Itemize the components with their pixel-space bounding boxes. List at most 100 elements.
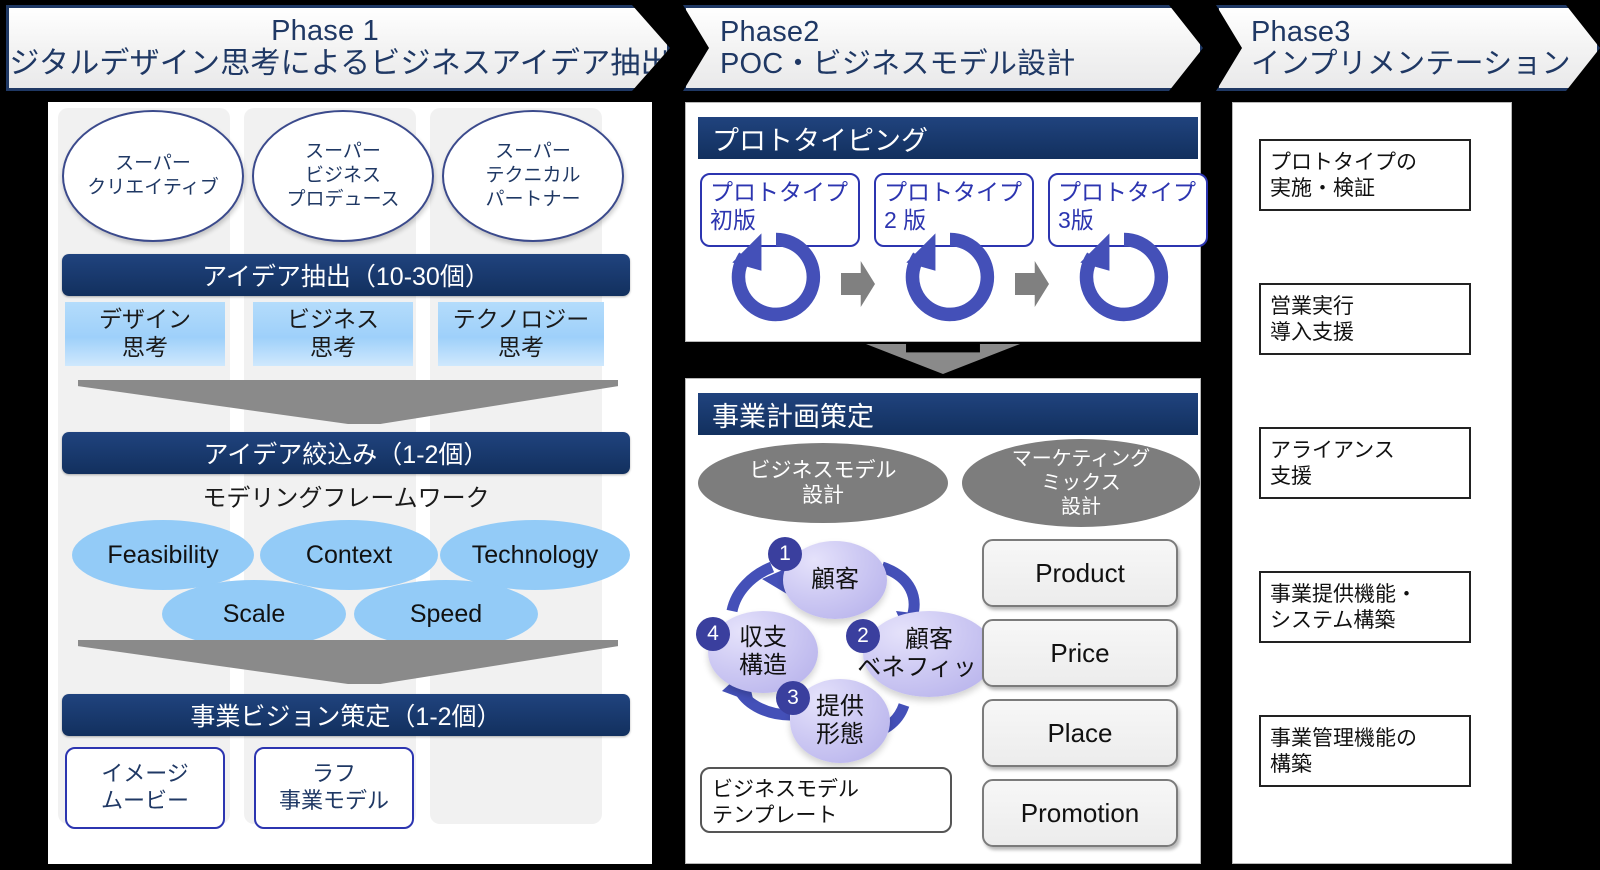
phase-banner-phase2: Phase2 POC・ビジネスモデル設計 bbox=[683, 5, 1203, 91]
chip-business-thinking: ビジネス 思考 bbox=[253, 302, 413, 366]
phase3-title: Phase3 bbox=[1251, 15, 1351, 48]
role1-line1: スーパー bbox=[115, 153, 191, 175]
criteria-scale: Scale bbox=[162, 580, 346, 648]
cycle-node-customer-label: 顧客 bbox=[811, 566, 859, 594]
role-ellipse-super-business-produce: スーパー ビジネス プロデュース bbox=[252, 110, 434, 242]
diagram-canvas: Phase 1 デジタルデザイン思考によるビジネスアイデア抽出 Phase2 P… bbox=[0, 0, 1600, 870]
ge-mm-line3: 設計 bbox=[1061, 496, 1101, 518]
ge-bm-line2: 設計 bbox=[802, 484, 844, 507]
chip-design-thinking: デザイン 思考 bbox=[65, 302, 225, 366]
role2-line1: スーパー bbox=[305, 141, 381, 163]
bar-idea-extraction: アイデア抽出（10-30個） bbox=[62, 254, 630, 296]
phase1-subtitle: デジタルデザイン思考によるビジネスアイデア抽出 bbox=[0, 47, 671, 81]
arrow-down-icon-phase2 bbox=[866, 344, 1020, 374]
p3-2-line1: アライアンス bbox=[1270, 439, 1395, 462]
output-rough-business-model: ラフ 事業モデル bbox=[254, 747, 414, 829]
role2-line2: ビジネス bbox=[304, 165, 381, 187]
phase2-title: Phase2 bbox=[720, 15, 820, 48]
phase3-item-alliance-support: アライアンス 支援 bbox=[1259, 427, 1471, 499]
role1-line2: クリエイティブ bbox=[87, 177, 219, 198]
output1-line1: イメージ bbox=[101, 761, 189, 787]
bar-idea-narrowing: アイデア絞込み（1-2個） bbox=[62, 432, 630, 474]
iteration-loop-icon-3 bbox=[1079, 232, 1169, 322]
prototyping-panel: プロトタイピング プロトタイプ 初版 プロトタイプ 2 版 プロトタイプ 3版 bbox=[685, 102, 1208, 342]
group-label-business-model-design: ビジネスモデル 設計 bbox=[698, 443, 948, 523]
teikyo-line1: 提供 bbox=[816, 693, 864, 721]
cycle-node-customer-benefit: 顧客 ベネフィット bbox=[857, 611, 1001, 697]
cycle-badge-1: 1 bbox=[768, 537, 802, 571]
output2-line1: ラフ bbox=[311, 761, 356, 787]
output-image-movie: イメージ ムービー bbox=[65, 747, 225, 829]
arrow-right-icon-2 bbox=[1015, 261, 1049, 307]
phase3-subtitle: インプリメンテーション bbox=[1251, 48, 1571, 80]
ge-mm-line2: ミックス bbox=[1041, 472, 1121, 494]
cycle-badge-3: 3 bbox=[776, 681, 810, 715]
role3-line3: パートナー bbox=[485, 188, 581, 210]
role3-line2: テクニカル bbox=[485, 165, 581, 187]
cycle-badge-4: 4 bbox=[696, 617, 730, 651]
p3-4-line2: 構築 bbox=[1270, 753, 1312, 777]
group-label-marketing-mix-design: マーケティング ミックス 設計 bbox=[962, 439, 1200, 527]
p3-1-line1: 営業実行 bbox=[1270, 295, 1354, 318]
proto1-line1: プロトタイプ bbox=[710, 179, 848, 205]
criteria-context: Context bbox=[260, 520, 438, 590]
output2-line2: 事業モデル bbox=[278, 788, 389, 813]
p3-3-line2: システム構築 bbox=[1270, 609, 1396, 633]
chip2-line1: ビジネス bbox=[287, 306, 379, 333]
phase3-item-prototype-validation: プロトタイプの 実施・検証 bbox=[1259, 139, 1471, 211]
criteria-technology: Technology bbox=[440, 520, 630, 590]
teikyo-line2: 形態 bbox=[816, 721, 864, 748]
marketing-mix-product: Product bbox=[982, 539, 1178, 607]
chip1-line1: デザイン bbox=[99, 306, 191, 333]
phase1-content: スーパー クリエイティブ スーパー ビジネス プロデュース スーパー テクニカル… bbox=[48, 102, 652, 864]
phase3-item-service-system-build: 事業提供機能・ システム構築 bbox=[1259, 571, 1471, 643]
bar-business-vision: 事業ビジョン策定（1-2個） bbox=[62, 694, 630, 736]
marketing-mix-price: Price bbox=[982, 619, 1178, 687]
shushi-line2: 構造 bbox=[739, 652, 787, 679]
benefit-line2: ベネフィット bbox=[857, 654, 1001, 681]
p3-4-line1: 事業管理機能の bbox=[1270, 727, 1417, 750]
phase2-subtitle: POC・ビジネスモデル設計 bbox=[720, 48, 1076, 80]
marketing-mix-promotion: Promotion bbox=[982, 779, 1178, 847]
iteration-loop-icon-2 bbox=[905, 232, 995, 322]
phase-banner-phase1: Phase 1 デジタルデザイン思考によるビジネスアイデア抽出 bbox=[6, 5, 670, 91]
role-ellipse-super-creative: スーパー クリエイティブ bbox=[62, 110, 244, 242]
role3-line1: スーパー bbox=[495, 141, 571, 163]
phase1-title: Phase 1 bbox=[271, 14, 379, 47]
iteration-loop-icon-1 bbox=[731, 232, 821, 322]
ge-mm-line1: マーケティング bbox=[1011, 448, 1151, 470]
cycle-badge-2: 2 bbox=[846, 619, 880, 653]
modeling-framework-label: モデリングフレームワーク bbox=[202, 485, 490, 512]
business-plan-header: 事業計画策定 bbox=[698, 393, 1198, 435]
chip3-line2: 思考 bbox=[498, 334, 544, 360]
p3-0-line2: 実施・検証 bbox=[1270, 177, 1375, 201]
proto3-line1: プロトタイプ bbox=[1058, 179, 1196, 205]
chip3-line1: テクノロジー bbox=[452, 306, 590, 333]
bm-template-line2: テンプレート bbox=[712, 803, 838, 827]
ge-bm-line1: ビジネスモデル bbox=[749, 458, 897, 482]
proto2-line1: プロトタイプ bbox=[884, 179, 1022, 205]
p3-0-line1: プロトタイプの bbox=[1270, 151, 1417, 174]
business-model-template-box: ビジネスモデル テンプレート bbox=[700, 767, 952, 833]
p3-3-line1: 事業提供機能・ bbox=[1270, 583, 1417, 606]
business-plan-panel: 事業計画策定 ビジネスモデル 設計 マーケティング ミックス 設計 顧客 顧客 … bbox=[685, 378, 1201, 864]
p3-2-line2: 支援 bbox=[1270, 465, 1312, 489]
phase3-item-management-function-build: 事業管理機能の 構築 bbox=[1259, 715, 1471, 787]
p3-1-line2: 導入支援 bbox=[1270, 321, 1354, 345]
phase3-content: プロトタイプの 実施・検証 営業実行 導入支援 アライアンス 支援 事業提供機能… bbox=[1232, 102, 1512, 864]
criteria-feasibility: Feasibility bbox=[72, 520, 254, 590]
bm-template-line1: ビジネスモデル bbox=[712, 778, 859, 801]
shushi-line1: 収支 bbox=[739, 624, 787, 652]
arrow-right-icon-1 bbox=[841, 261, 875, 307]
role2-line3: プロデュース bbox=[286, 188, 400, 210]
chip-technology-thinking: テクノロジー 思考 bbox=[438, 302, 604, 366]
output1-line2: ムービー bbox=[100, 788, 189, 813]
phase3-item-sales-rollout-support: 営業実行 導入支援 bbox=[1259, 283, 1471, 355]
prototyping-header: プロトタイピング bbox=[698, 117, 1198, 159]
chip1-line2: 思考 bbox=[122, 334, 168, 360]
role-ellipse-super-technical-partner: スーパー テクニカル パートナー bbox=[442, 110, 624, 242]
phase-banner-phase3: Phase3 インプリメンテーション bbox=[1216, 5, 1600, 91]
marketing-mix-place: Place bbox=[982, 699, 1178, 767]
chip2-line2: 思考 bbox=[310, 334, 356, 360]
criteria-speed: Speed bbox=[354, 580, 538, 648]
